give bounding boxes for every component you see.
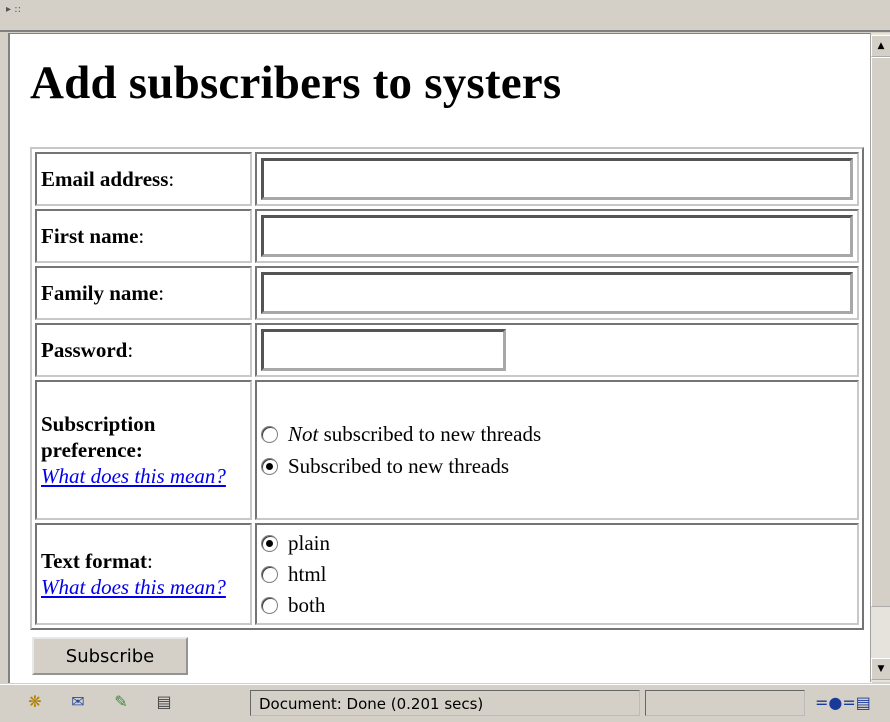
- subscriber-form-table: Email address: First name: Family name:: [30, 147, 864, 630]
- family-name-field[interactable]: [261, 272, 853, 314]
- password-label: Password: [41, 337, 128, 362]
- text-format-options-cell: plain html both: [255, 523, 859, 625]
- status-bar: ❋ ✉ ✎ ▤ Document: Done (0.201 secs) =●=▤: [0, 684, 890, 722]
- page-title: Add subscribers to systers: [30, 57, 562, 109]
- page-viewport: Add subscribers to systers Email address…: [8, 33, 872, 683]
- format-both-label: both: [288, 592, 326, 617]
- radio-html[interactable]: [261, 565, 278, 583]
- subscribe-button[interactable]: Subscribe: [32, 637, 188, 675]
- subscription-option-subscribed[interactable]: Subscribed to new threads: [261, 450, 853, 482]
- status-panel: [645, 690, 805, 716]
- first-name-field-cell: [255, 209, 859, 263]
- radio-plain[interactable]: [261, 534, 278, 552]
- email-label-cell: Email address:: [35, 152, 252, 206]
- subscription-options-cell: Not subscribed to new threads Subscribed…: [255, 380, 859, 520]
- radio-both[interactable]: [261, 596, 278, 614]
- subscription-label-line1: Subscription: [41, 412, 156, 436]
- label-colon: :: [158, 280, 165, 305]
- label-colon: :: [168, 166, 175, 191]
- family-name-field-cell: [255, 266, 859, 320]
- option-subscribed-label: Subscribed to new threads: [288, 453, 510, 478]
- address-book-icon[interactable]: ▤: [151, 692, 177, 712]
- text-format-label: Text format: [41, 549, 147, 573]
- subscription-label-line2: preference:: [41, 438, 143, 462]
- subscription-help-link[interactable]: What does this mean?: [41, 464, 226, 488]
- subscription-label-cell: Subscription preference: What does this …: [35, 380, 252, 520]
- text-format-label-cell: Text format: What does this mean?: [35, 523, 252, 625]
- first-name-field[interactable]: [261, 215, 853, 257]
- email-field[interactable]: [261, 158, 853, 200]
- option-not-subscribed-label: Not subscribed to new threads: [288, 422, 541, 447]
- mail-icon[interactable]: ✉: [65, 692, 91, 712]
- status-text: Document: Done (0.201 secs): [250, 690, 640, 716]
- composer-icon[interactable]: ✎: [108, 692, 134, 712]
- text-format-help-link[interactable]: What does this mean?: [41, 575, 226, 599]
- subscription-option-not-subscribed[interactable]: Not subscribed to new threads: [261, 418, 853, 450]
- scroll-down-icon[interactable]: ▼: [871, 658, 890, 680]
- format-plain-label: plain: [288, 530, 330, 555]
- scroll-up-icon[interactable]: ▲: [871, 35, 890, 57]
- email-field-cell: [255, 152, 859, 206]
- radio-not-subscribed[interactable]: [261, 425, 278, 443]
- toolbar-grip-icon[interactable]: ▸ ::: [6, 4, 21, 15]
- top-toolbar-strip: ▸ ::: [0, 0, 890, 32]
- family-name-label-cell: Family name:: [35, 266, 252, 320]
- option-not-rest: subscribed to new threads: [318, 421, 542, 446]
- scroll-thumb[interactable]: [871, 57, 890, 607]
- label-colon: :: [138, 223, 145, 248]
- label-colon: :: [146, 549, 153, 573]
- component-bar: ❋ ✉ ✎ ▤: [22, 692, 177, 712]
- format-html-label: html: [288, 561, 327, 586]
- option-not-emphasis: Not: [288, 421, 319, 446]
- format-option-both[interactable]: both: [261, 590, 853, 621]
- format-option-html[interactable]: html: [261, 559, 853, 590]
- format-option-plain[interactable]: plain: [261, 528, 853, 559]
- password-field[interactable]: [261, 329, 506, 371]
- navigator-icon[interactable]: ❋: [22, 692, 48, 712]
- first-name-label: First name: [41, 223, 139, 248]
- email-label: Email address: [41, 166, 169, 191]
- connection-status-icon[interactable]: =●=▤: [815, 693, 871, 712]
- radio-subscribed[interactable]: [261, 457, 278, 475]
- label-colon: :: [127, 337, 134, 362]
- family-name-label: Family name: [41, 280, 159, 305]
- password-label-cell: Password:: [35, 323, 252, 377]
- password-field-cell: [255, 323, 859, 377]
- vertical-scrollbar[interactable]: ▲ ▼: [870, 33, 890, 682]
- first-name-label-cell: First name:: [35, 209, 252, 263]
